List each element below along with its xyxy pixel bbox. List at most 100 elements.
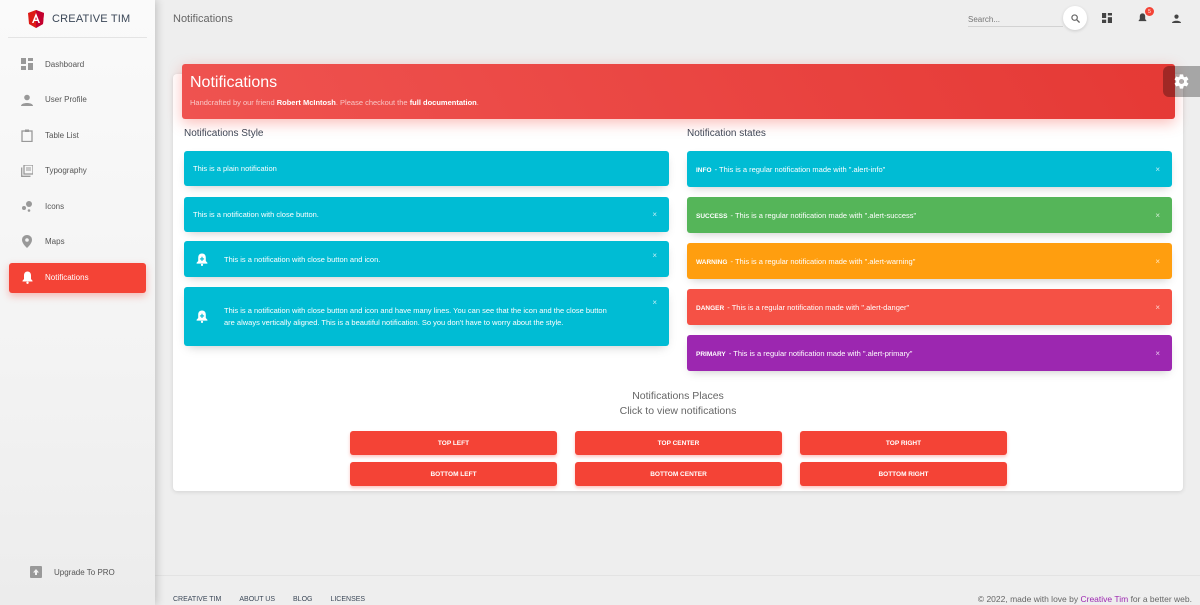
subtitle-text: Handcrafted by our friend xyxy=(190,98,277,107)
brand[interactable]: CREATIVE TIM xyxy=(8,0,147,38)
page-title: Notifications xyxy=(173,13,233,25)
bubble-chart-icon xyxy=(20,199,34,213)
sidebar-item-typography[interactable]: Typography xyxy=(9,156,146,186)
notification-badge: 5 xyxy=(1145,7,1154,16)
sidebar-item-dashboard[interactable]: Dashboard xyxy=(9,49,146,79)
copyright-text: © 2022, made with love by xyxy=(977,594,1081,604)
sidebar-item-label: Dashboard xyxy=(45,59,85,69)
sidebar-item-user-profile[interactable]: User Profile xyxy=(9,85,146,115)
add-alert-icon xyxy=(196,253,208,266)
bottom-center-button[interactable]: BOTTOM CENTER xyxy=(575,462,782,486)
sidebar-item-label: Typography xyxy=(45,166,87,176)
clipboard-icon xyxy=(20,128,34,142)
sidebar-item-notifications[interactable]: Notifications xyxy=(9,262,146,293)
close-icon[interactable]: × xyxy=(652,297,657,309)
alert-message: - This is a regular notification made wi… xyxy=(725,302,910,312)
sidebar-item-label: User Profile xyxy=(45,95,87,105)
person-icon xyxy=(20,93,34,107)
top-center-button[interactable]: TOP CENTER xyxy=(575,431,782,455)
add-alert-icon xyxy=(196,310,208,323)
close-icon[interactable]: × xyxy=(1155,349,1160,358)
top-navbar: Notifications 5 xyxy=(155,0,1200,38)
notifications-style-title: Notifications Style xyxy=(184,128,264,139)
gear-icon xyxy=(1174,74,1189,89)
alert-text: This is a plain notification xyxy=(193,164,277,173)
alert-text: This is a notification with close button… xyxy=(193,210,319,219)
sidebar-item-label: Maps xyxy=(45,237,65,247)
alert-text: WARNING - This is a regular notification… xyxy=(696,257,915,266)
bottom-left-button[interactable]: BOTTOM LEFT xyxy=(350,462,557,486)
places-title: Notifications Places xyxy=(632,390,724,402)
close-button-alert: This is a notification with close button… xyxy=(184,197,669,232)
info-alert: INFO - This is a regular notification ma… xyxy=(687,151,1172,187)
footer-link-blog[interactable]: BLOG xyxy=(293,596,312,603)
alert-message: - This is a regular notification made wi… xyxy=(712,164,886,174)
documentation-link[interactable]: full documentation xyxy=(410,98,477,107)
success-alert: SUCCESS - This is a regular notification… xyxy=(687,197,1172,233)
close-icon[interactable]: × xyxy=(1155,257,1160,266)
alert-type: SUCCESS xyxy=(696,212,728,220)
sidebar: CREATIVE TIM Dashboard User Profile Tabl… xyxy=(0,0,155,605)
alert-message: - This is a regular notification made wi… xyxy=(728,210,917,220)
dashboard-button[interactable] xyxy=(1100,11,1114,25)
search-icon xyxy=(1070,13,1080,23)
bell-icon xyxy=(20,271,34,285)
subtitle-text: . Please checkout the xyxy=(335,98,410,107)
person-icon xyxy=(1171,14,1181,23)
top-right-button[interactable]: TOP RIGHT xyxy=(800,431,1007,455)
sidebar-item-label: Table List xyxy=(45,130,79,140)
search-button[interactable] xyxy=(1063,6,1087,30)
subtitle-text: . xyxy=(476,98,479,107)
card-subtitle: Handcrafted by our friend Robert McIntos… xyxy=(190,98,1167,107)
library-books-icon xyxy=(20,164,34,178)
sidebar-item-maps[interactable]: Maps xyxy=(9,227,146,257)
user-button[interactable] xyxy=(1169,11,1183,25)
icon-alert: This is a notification with close button… xyxy=(184,241,669,277)
close-icon[interactable]: × xyxy=(1155,165,1160,174)
close-icon[interactable]: × xyxy=(1155,303,1160,312)
sidebar-item-table-list[interactable]: Table List xyxy=(9,120,146,150)
alert-message: - This is a regular notification made wi… xyxy=(726,348,913,358)
bell-icon xyxy=(1138,13,1146,22)
settings-plugin-button[interactable] xyxy=(1163,66,1200,97)
sidebar-item-icons[interactable]: Icons xyxy=(9,191,146,221)
footer-link-about-us[interactable]: ABOUT US xyxy=(239,596,275,603)
footer-link-creative-tim[interactable]: CREATIVE TIM xyxy=(173,596,221,603)
upgrade-label: Upgrade To PRO xyxy=(54,567,115,577)
copyright: © 2022, made with love by Creative Tim f… xyxy=(978,594,1192,604)
alert-message: - This is a regular notification made wi… xyxy=(728,256,916,266)
close-icon[interactable]: × xyxy=(1155,211,1160,220)
alert-type: PRIMARY xyxy=(696,350,726,358)
alert-text: This is a notification with close button… xyxy=(224,254,381,264)
close-icon[interactable]: × xyxy=(652,251,657,260)
search-input[interactable] xyxy=(968,10,1063,27)
sidebar-item-label: Notifications xyxy=(45,273,89,283)
notifications-button[interactable]: 5 xyxy=(1135,7,1154,25)
location-pin-icon xyxy=(20,235,34,249)
angular-logo-icon xyxy=(28,9,44,28)
brand-name: CREATIVE TIM xyxy=(52,12,131,25)
places-subtitle: Click to view notifications xyxy=(619,405,737,417)
close-icon[interactable]: × xyxy=(652,210,657,219)
copyright-text: for a better web. xyxy=(1128,594,1192,604)
alert-text: DANGER - This is a regular notification … xyxy=(696,303,909,312)
alert-text: INFO - This is a regular notification ma… xyxy=(696,165,885,174)
top-left-button[interactable]: TOP LEFT xyxy=(350,431,557,455)
warning-alert: WARNING - This is a regular notification… xyxy=(687,243,1172,279)
card-title: Notifications xyxy=(190,74,278,91)
alert-text: SUCCESS - This is a regular notification… xyxy=(696,211,916,220)
footer-links: CREATIVE TIM ABOUT US BLOG LICENSES xyxy=(173,596,383,603)
author-link[interactable]: Robert McIntosh xyxy=(277,98,336,107)
bottom-right-button[interactable]: BOTTOM RIGHT xyxy=(800,462,1007,486)
dashboard-icon xyxy=(1102,13,1112,23)
notifications-card xyxy=(173,74,1183,491)
footer: CREATIVE TIM ABOUT US BLOG LICENSES © 20… xyxy=(155,575,1200,605)
upgrade-to-pro-link[interactable]: Upgrade To PRO xyxy=(18,557,137,587)
alert-type: DANGER xyxy=(696,304,725,312)
plain-alert: This is a plain notification xyxy=(184,151,669,186)
sidebar-item-label: Icons xyxy=(45,201,65,211)
dashboard-icon xyxy=(20,57,34,71)
unarchive-icon xyxy=(29,565,43,579)
creative-tim-link[interactable]: Creative Tim xyxy=(1080,594,1128,604)
footer-link-licenses[interactable]: LICENSES xyxy=(330,596,365,603)
